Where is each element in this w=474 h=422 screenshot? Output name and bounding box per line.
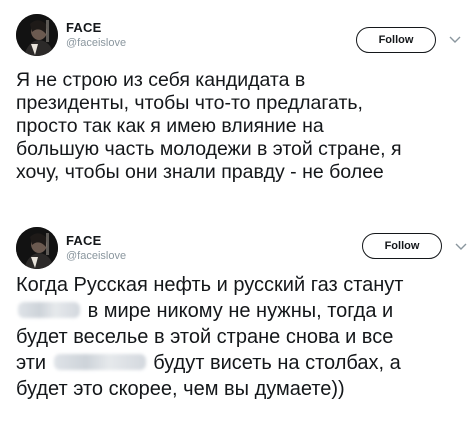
censored-word [53, 353, 146, 370]
tweet-text-line: в мире никому не нужны, тогда и [16, 298, 403, 324]
tweet-text: Когда Русская нефть и русский газ станут… [16, 272, 403, 402]
artist-photo [16, 227, 58, 269]
tweet-text-line: будет это скорее, чем вы думаете)) [16, 378, 345, 400]
tweet-text-fragment: в мире никому не нужны, тогда и [87, 300, 394, 322]
tweet-text-line: Когда Русская нефть и русский газ станут [16, 274, 404, 296]
avatar[interactable] [16, 14, 58, 56]
divider [0, 205, 474, 212]
tweet-card: FACE @faceislove Follow Когда Русская не… [0, 212, 474, 422]
chevron-down-icon[interactable] [448, 35, 462, 45]
tweet-text-line: будет веселье в этой стране снова и все [16, 326, 394, 348]
censored-word [18, 301, 80, 318]
author-handle[interactable]: @faceislove [66, 37, 126, 49]
avatar[interactable] [16, 227, 58, 269]
tweet-text-line: хочу, чтобы они знали правду - не более [16, 161, 384, 183]
tweet-text-line: эти будут висеть на столбах, а [16, 350, 403, 376]
author-name[interactable]: FACE [66, 20, 101, 35]
tweet-text-fragment: эти [16, 352, 47, 374]
tweet-text-line: просто так как я имею влияние на [16, 115, 324, 137]
chevron-down-icon[interactable] [454, 242, 468, 252]
tweet-text-line: большую часть молодежи в этой стране, я [16, 138, 402, 160]
tweet-card: FACE @faceislove Follow Я не строю из се… [0, 0, 474, 205]
follow-button[interactable]: Follow [356, 27, 436, 53]
tweet-text: Я не строю из себя кандидата в президент… [16, 69, 402, 184]
tweet-text-line: Я не строю из себя кандидата в [16, 69, 306, 91]
follow-button[interactable]: Follow [362, 233, 442, 259]
tweet-text-line: президенты, чтобы что-то предлагать, [16, 92, 363, 114]
author-name[interactable]: FACE [66, 233, 101, 248]
artist-photo [16, 14, 58, 56]
author-handle[interactable]: @faceislove [66, 250, 126, 262]
tweet-text-fragment: будут висеть на столбах, а [153, 352, 401, 374]
